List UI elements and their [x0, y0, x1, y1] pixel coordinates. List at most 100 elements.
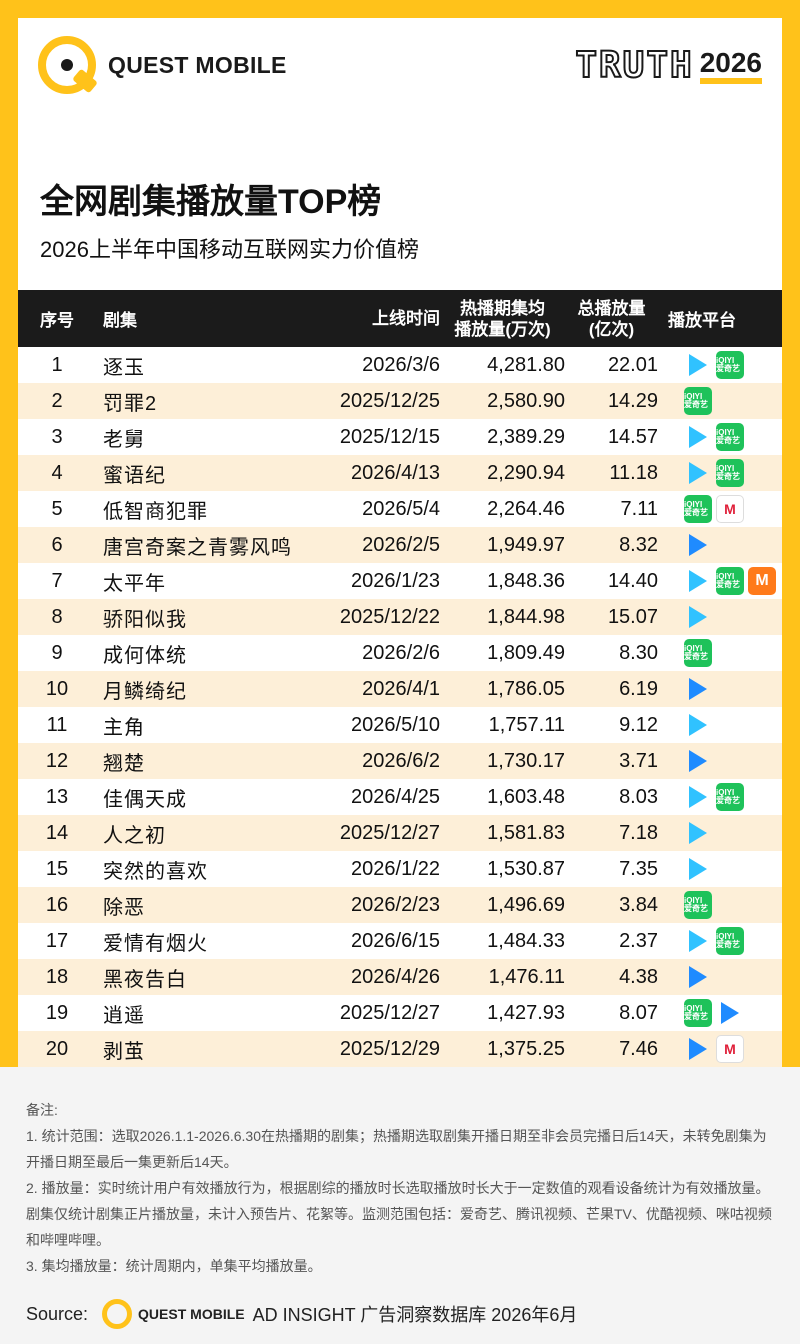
- table-row: 9 成何体统 2026/2/6 1,809.49 8.30 iQIYI 爱奇艺: [18, 635, 782, 671]
- tencent-icon: [684, 783, 712, 811]
- youku-icon: [684, 747, 712, 775]
- date-cell: 2025/12/27: [339, 821, 440, 844]
- table-row: 5 低智商犯罪 2026/5/4 2,264.46 7.11 iQIYI 爱奇艺 M: [18, 491, 782, 527]
- tencent-icon: [684, 423, 712, 451]
- total-plays-cell: 8.07: [619, 1001, 658, 1024]
- total-plays-cell: 3.84: [619, 893, 658, 916]
- platform-cell: iQIYI 爱奇艺: [658, 783, 782, 811]
- avg-plays-cell: 1,603.48: [487, 785, 565, 808]
- header-rank: 序号: [40, 311, 74, 330]
- avg-plays-cell: 1,496.69: [487, 893, 565, 916]
- header-avg-line1: 热播期集均: [460, 298, 545, 318]
- header-avg: 热播期集均 播放量(万次): [440, 298, 565, 340]
- table-row: 1 逐玉 2026/3/6 4,281.80 22.01 iQIYI 爱奇艺: [18, 347, 782, 383]
- rank-cell: 3: [51, 425, 63, 448]
- truth-2026-badge: TRUTH 2026: [574, 45, 762, 86]
- total-plays-cell: 7.46: [619, 1037, 658, 1060]
- name-cell: 佳偶天成: [103, 788, 187, 811]
- platform-cell: iQIYI 爱奇艺: [658, 999, 782, 1027]
- date-cell: 2026/4/26: [351, 965, 440, 988]
- date-cell: 2025/12/25: [339, 389, 440, 412]
- avg-plays-cell: 2,290.94: [487, 461, 565, 484]
- avg-plays-cell: 1,809.49: [487, 641, 565, 664]
- table-row: 6 唐宫奇案之青雾风鸣 2026/2/5 1,949.97 8.32: [18, 527, 782, 563]
- rank-cell: 16: [45, 893, 69, 916]
- name-cell: 人之初: [103, 824, 166, 847]
- iqiyi-icon: iQIYI 爱奇艺: [716, 567, 744, 595]
- note-2: 2. 播放量：实时统计用户有效播放行为，根据剧综的播放时长选取播放时长大于一定数…: [26, 1180, 772, 1248]
- truth-word: TRUTH: [574, 45, 694, 86]
- name-cell: 黑夜告白: [103, 968, 187, 991]
- avg-plays-cell: 1,757.11: [488, 713, 565, 736]
- platform-cell: [658, 675, 782, 703]
- table-row: 13 佳偶天成 2026/4/25 1,603.48 8.03 iQIYI 爱奇艺: [18, 779, 782, 815]
- rank-cell: 1: [51, 353, 63, 376]
- tencent-icon: [684, 927, 712, 955]
- logo-text: QUEST MOBILE: [108, 51, 287, 78]
- rank-cell: 10: [45, 677, 69, 700]
- name-cell: 骄阳似我: [103, 608, 187, 631]
- table-row: 17 爱情有烟火 2026/6/15 1,484.33 2.37 iQIYI 爱奇艺: [18, 923, 782, 959]
- total-plays-cell: 6.19: [619, 677, 658, 700]
- total-plays-cell: 3.71: [619, 749, 658, 772]
- name-cell: 突然的喜欢: [103, 860, 208, 883]
- date-cell: 2026/2/23: [351, 893, 440, 916]
- iqiyi-icon: iQIYI 爱奇艺: [684, 999, 712, 1027]
- total-plays-cell: 8.30: [619, 641, 658, 664]
- total-plays-cell: 14.57: [607, 425, 658, 448]
- platform-cell: [658, 711, 782, 739]
- note-3: 3. 集均播放量：统计周期内，单集平均播放量。: [26, 1258, 322, 1274]
- table-row: 16 除恶 2026/2/23 1,496.69 3.84 iQIYI 爱奇艺: [18, 887, 782, 923]
- youku-icon: [684, 1035, 712, 1063]
- youku-icon: [684, 675, 712, 703]
- name-cell: 逐玉: [103, 356, 145, 379]
- date-cell: 2026/4/25: [351, 785, 440, 808]
- table-row: 19 逍遥 2025/12/27 1,427.93 8.07 iQIYI 爱奇艺: [18, 995, 782, 1031]
- name-cell: 爱情有烟火: [103, 932, 208, 955]
- iqiyi-icon: iQIYI 爱奇艺: [716, 783, 744, 811]
- total-plays-cell: 14.29: [607, 389, 658, 412]
- total-plays-cell: 7.11: [620, 497, 658, 520]
- platform-cell: M: [658, 1035, 782, 1063]
- table-row: 12 翘楚 2026/6/2 1,730.17 3.71: [18, 743, 782, 779]
- notes-title: 备注:: [26, 1102, 58, 1118]
- rank-cell: 17: [45, 929, 69, 952]
- avg-plays-cell: 1,844.98: [487, 605, 565, 628]
- rank-cell: 19: [45, 1001, 69, 1024]
- rank-cell: 12: [45, 749, 69, 772]
- tencent-icon: [684, 603, 712, 631]
- table-row: 2 罚罪2 2025/12/25 2,580.90 14.29 iQIYI 爱奇艺: [18, 383, 782, 419]
- avg-plays-cell: 4,281.80: [487, 353, 565, 376]
- table-row: 14 人之初 2025/12/27 1,581.83 7.18: [18, 815, 782, 851]
- avg-plays-cell: 2,580.90: [487, 389, 565, 412]
- header-total-line2: (亿次): [588, 319, 635, 339]
- header-avg-line2: 播放量(万次): [454, 319, 551, 339]
- table-row: 4 蜜语纪 2026/4/13 2,290.94 11.18 iQIYI 爱奇艺: [18, 455, 782, 491]
- name-cell: 逍遥: [103, 1004, 145, 1027]
- date-cell: 2026/4/1: [362, 677, 440, 700]
- rank-cell: 4: [51, 461, 63, 484]
- avg-plays-cell: 1,375.25: [487, 1037, 565, 1060]
- table-row: 3 老舅 2025/12/15 2,389.29 14.57 iQIYI 爱奇艺: [18, 419, 782, 455]
- avg-plays-cell: 1,786.05: [487, 677, 565, 700]
- rank-cell: 7: [51, 569, 63, 592]
- name-cell: 蜜语纪: [103, 464, 166, 487]
- date-cell: 2026/2/5: [362, 533, 440, 556]
- name-cell: 老舅: [103, 428, 145, 451]
- avg-plays-cell: 2,389.29: [487, 425, 565, 448]
- tencent-icon: [684, 855, 712, 883]
- table-row: 18 黑夜告白 2026/4/26 1,476.11 4.38: [18, 959, 782, 995]
- table-row: 8 骄阳似我 2025/12/22 1,844.98 15.07: [18, 599, 782, 635]
- platform-cell: iQIYI 爱奇艺: [658, 639, 782, 667]
- rank-cell: 14: [45, 821, 69, 844]
- name-cell: 主角: [103, 716, 145, 739]
- header-date: 上线时间: [372, 309, 440, 328]
- youku-icon: [684, 963, 712, 991]
- header-name: 剧集: [103, 311, 137, 330]
- tencent-icon: [684, 567, 712, 595]
- name-cell: 剥茧: [103, 1040, 145, 1063]
- platform-cell: iQIYI 爱奇艺: [658, 387, 782, 415]
- ranking-card: QUEST MOBILE TRUTH 2026 全网剧集播放量TOP榜 2026…: [18, 18, 782, 1067]
- date-cell: 2025/12/27: [339, 1001, 440, 1024]
- name-cell: 除恶: [103, 896, 145, 919]
